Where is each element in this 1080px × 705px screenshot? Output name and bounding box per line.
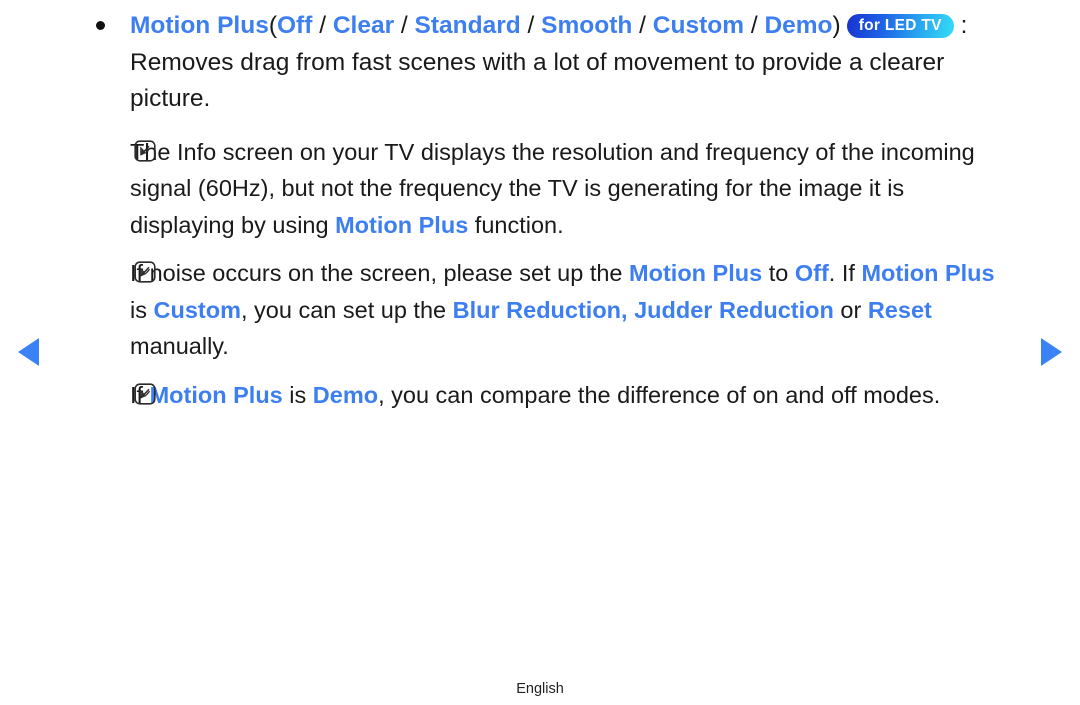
paren-close: )	[832, 12, 841, 39]
content-column: Motion Plus(Off / Clear / Standard / Smo…	[88, 8, 998, 413]
note2-seg-5: Motion Plus	[861, 260, 995, 286]
note-entry: If noise occurs on the screen, please se…	[88, 255, 998, 365]
note2-seg-11: Reset	[867, 296, 932, 323]
note3-seg-4: , you can compare the difference of on a…	[378, 381, 941, 408]
note3-seg-3: Demo	[312, 381, 379, 408]
note2-seg-6: is	[130, 296, 154, 323]
note2-seg-8: , you can set up the	[240, 296, 453, 323]
note2-seg-0: If noise occurs on the screen, please se…	[130, 260, 630, 286]
note-pencil-icon	[134, 139, 156, 162]
note-pencil-icon	[134, 261, 156, 283]
note3-seg-1: Motion Plus	[149, 381, 283, 408]
feature-title: Motion Plus	[130, 12, 269, 39]
option-clear: Clear	[332, 12, 395, 39]
note3-seg-2: is	[282, 381, 313, 408]
note2-seg-4: . If	[828, 260, 862, 286]
note1-seg-2: function.	[468, 211, 564, 238]
note2-seg-2: to	[762, 260, 795, 286]
manual-page: Motion Plus(Off / Clear / Standard / Smo…	[0, 0, 1080, 705]
triangle-left-icon[interactable]	[18, 338, 39, 366]
note2-seg-7: Custom	[153, 296, 241, 323]
option-standard: Standard	[414, 12, 521, 39]
option-smooth: Smooth	[541, 12, 633, 39]
note-text: If noise occurs on the screen, please se…	[130, 255, 998, 365]
note1-seg-1: Motion Plus	[335, 211, 469, 238]
note2-seg-9: Blur Reduction, Judder Reduction	[452, 296, 834, 323]
note2-seg-1: Motion Plus	[629, 260, 763, 286]
triangle-right-icon[interactable]	[1041, 338, 1062, 366]
separator-4: /	[639, 12, 646, 39]
bullet-marker-icon	[96, 21, 105, 30]
paren-open: (	[268, 12, 277, 39]
separator-2: /	[400, 12, 408, 39]
status-badge: for LED TV	[846, 14, 954, 38]
separator-1: /	[319, 12, 326, 39]
page-footer-language: English	[516, 681, 564, 697]
note-entry: If Motion Plus is Demo, you can compare …	[88, 377, 998, 414]
note2-seg-3: Off	[794, 260, 829, 286]
bullet-entry: Motion Plus(Off / Clear / Standard / Smo…	[88, 8, 998, 118]
note2-seg-12: manually.	[130, 333, 229, 359]
note-text: If Motion Plus is Demo, you can compare …	[130, 377, 998, 414]
note-pencil-icon	[134, 382, 156, 405]
note2-seg-10: or	[833, 296, 868, 323]
separator-5: /	[750, 12, 758, 39]
option-off: Off	[277, 12, 313, 39]
note-text: The Info screen on your TV displays the …	[130, 134, 998, 244]
option-demo: Demo	[764, 12, 833, 39]
option-custom: Custom	[652, 12, 744, 39]
note-entry: The Info screen on your TV displays the …	[88, 134, 998, 244]
